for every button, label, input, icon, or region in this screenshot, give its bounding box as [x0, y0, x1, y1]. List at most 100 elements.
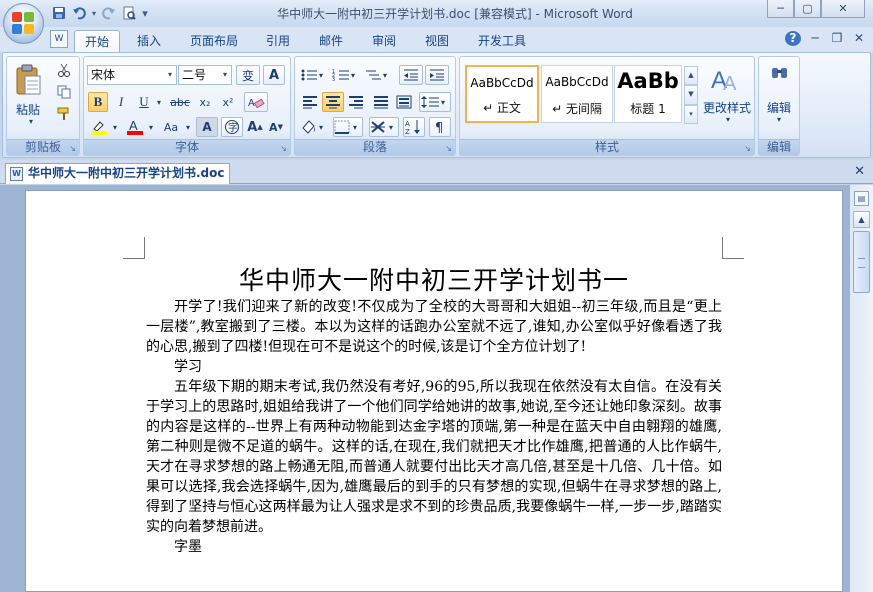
clipboard-group: 粘贴 ▾ 剪贴板 ↘: [6, 56, 80, 156]
chevron-down-icon[interactable]: ▾: [219, 66, 231, 84]
undo-icon[interactable]: [70, 4, 88, 22]
underline-button[interactable]: U: [134, 92, 154, 112]
paste-dropdown-icon[interactable]: ▾: [21, 117, 41, 126]
doc-close-button[interactable]: ✕: [851, 31, 867, 46]
gallery-more-icon[interactable]: ▾: [684, 104, 698, 124]
tab-home[interactable]: 开始: [74, 30, 121, 52]
style-normal[interactable]: AaBbCcDd ↵ 正文: [465, 65, 539, 123]
change-styles-icon[interactable]: AA: [708, 63, 744, 95]
paragraph-group: ▾ 1 2 3 ▾ ▾ ▾ ▾ ▾ ▾ A Z ¶ 段落 ↘: [294, 56, 456, 156]
multilevel-list-icon[interactable]: ▾: [363, 65, 391, 85]
style-heading-1[interactable]: AaBb 标题 1: [614, 65, 682, 123]
font-name-value: 宋体: [91, 68, 116, 82]
document-tab-close-icon[interactable]: ✕: [854, 164, 865, 179]
tab-references[interactable]: 引用: [256, 30, 300, 52]
format-painter-icon[interactable]: [55, 105, 73, 123]
enclose-characters-icon[interactable]: 字: [221, 117, 243, 137]
bullets-icon[interactable]: ▾: [299, 65, 327, 85]
tab-developer[interactable]: 开发工具: [468, 30, 536, 52]
grow-font-button[interactable]: A ▲: [245, 117, 265, 137]
print-preview-icon[interactable]: [120, 4, 138, 22]
paragraph-launcher-icon[interactable]: ↘: [445, 144, 452, 153]
change-styles-label[interactable]: 更改样式: [700, 99, 754, 116]
editing-label[interactable]: 编辑: [759, 99, 799, 116]
editing-dropdown-icon[interactable]: ▾: [769, 115, 789, 124]
change-case-dropdown-icon[interactable]: ▾: [183, 117, 193, 137]
vertical-scrollbar[interactable]: ▤ ▲: [849, 185, 873, 592]
font-size-combo[interactable]: 二号 ▾: [178, 65, 232, 85]
cut-icon[interactable]: [55, 61, 73, 79]
paste-icon[interactable]: [13, 63, 43, 97]
gallery-up-icon[interactable]: ▲: [684, 66, 698, 86]
sort-icon[interactable]: AZ: [403, 117, 425, 137]
subscript-button[interactable]: x₂: [195, 92, 215, 112]
align-center-icon[interactable]: [322, 92, 344, 112]
svg-text:▾: ▾: [319, 123, 323, 132]
clear-formatting-button[interactable]: A: [244, 92, 268, 112]
editing-group: 编辑 ▾ 编辑: [758, 56, 800, 156]
underline-dropdown-icon[interactable]: ▾: [154, 92, 164, 112]
show-marks-icon[interactable]: ¶: [429, 117, 451, 137]
font-launcher-icon[interactable]: ↘: [280, 144, 287, 153]
help-icon[interactable]: ?: [785, 31, 801, 46]
scroll-up-icon[interactable]: ▲: [853, 211, 870, 228]
undo-dropdown-icon[interactable]: ▾: [90, 4, 98, 22]
tab-mailings[interactable]: 邮件: [309, 30, 353, 52]
strikethrough-button[interactable]: abc: [168, 92, 192, 112]
doc-restore-button[interactable]: ❐: [829, 31, 845, 46]
chinese-layout-icon[interactable]: ▾: [369, 117, 399, 137]
style-no-spacing[interactable]: AaBbCcDd ↵ 无间隔: [541, 65, 613, 123]
tab-page-layout[interactable]: 页面布局: [180, 30, 248, 52]
font-name-combo[interactable]: 宋体 ▾: [87, 65, 177, 85]
redo-icon[interactable]: [100, 4, 118, 22]
styles-launcher-icon[interactable]: ↘: [744, 144, 751, 153]
chevron-down-icon[interactable]: ▾: [164, 66, 176, 84]
superscript-button[interactable]: x²: [218, 92, 238, 112]
change-case-button[interactable]: Aa: [158, 117, 184, 137]
find-icon[interactable]: [769, 63, 791, 85]
style-normal-name: ↵ 正文: [483, 101, 521, 115]
gallery-down-icon[interactable]: ▼: [684, 85, 698, 105]
highlight-icon[interactable]: [88, 117, 110, 137]
maximize-button[interactable]: ▢: [794, 0, 821, 18]
align-left-icon[interactable]: [299, 92, 321, 112]
document-tab[interactable]: W 华中师大一附中初三开学计划书.doc: [5, 163, 230, 184]
scroll-thumb[interactable]: [853, 231, 870, 293]
align-right-icon[interactable]: [345, 92, 367, 112]
ruler-toggle-icon[interactable]: ▤: [854, 191, 869, 206]
minimize-button[interactable]: ─: [767, 0, 794, 18]
office-button[interactable]: [3, 3, 44, 44]
justify-icon[interactable]: [370, 92, 392, 112]
clipboard-launcher-icon[interactable]: ↘: [69, 144, 76, 153]
shading-icon[interactable]: ▾: [299, 117, 329, 137]
tab-review[interactable]: 审阅: [362, 30, 406, 52]
italic-button[interactable]: I: [111, 92, 131, 112]
styles-group: AaBbCcDd ↵ 正文 AaBbCcDd ↵ 无间隔 AaBb 标题 1 ▲…: [459, 56, 755, 156]
paste-label[interactable]: 粘贴: [9, 101, 47, 118]
font-color-dropdown-icon[interactable]: ▾: [146, 117, 156, 137]
borders-icon[interactable]: ▾: [333, 117, 363, 137]
customize-qat-icon[interactable]: ▾: [140, 4, 150, 22]
svg-text:▾: ▾: [441, 98, 445, 107]
character-shading-button[interactable]: A: [196, 117, 218, 137]
tab-insert[interactable]: 插入: [127, 30, 171, 52]
highlight-dropdown-icon[interactable]: ▾: [110, 117, 120, 137]
numbering-icon[interactable]: 1 2 3 ▾: [331, 65, 359, 85]
decrease-indent-icon[interactable]: [399, 65, 423, 85]
font-color-icon[interactable]: A: [124, 117, 146, 137]
phonetic-guide-button[interactable]: 变: [236, 65, 260, 85]
bold-button[interactable]: B: [88, 92, 108, 112]
distributed-align-icon[interactable]: [393, 92, 415, 112]
window-title: 华中师大一附中初三开学计划书.doc [兼容模式] - Microsoft Wo…: [277, 7, 633, 21]
tab-view[interactable]: 视图: [415, 30, 459, 52]
character-border-button[interactable]: A: [263, 65, 285, 85]
change-styles-dropdown-icon[interactable]: ▾: [718, 115, 738, 124]
document-page[interactable]: 华中师大一附中初三开学计划书一 开学了!我们迎来了新的改变!不仅成为了全校的大哥…: [25, 190, 843, 592]
line-spacing-icon[interactable]: ▾: [419, 92, 451, 112]
increase-indent-icon[interactable]: [425, 65, 449, 85]
save-icon[interactable]: [50, 4, 68, 22]
shrink-font-button[interactable]: A ▼: [266, 117, 286, 137]
close-button[interactable]: ✕: [821, 0, 865, 18]
doc-minimize-button[interactable]: ─: [807, 31, 823, 46]
copy-icon[interactable]: [55, 83, 73, 101]
